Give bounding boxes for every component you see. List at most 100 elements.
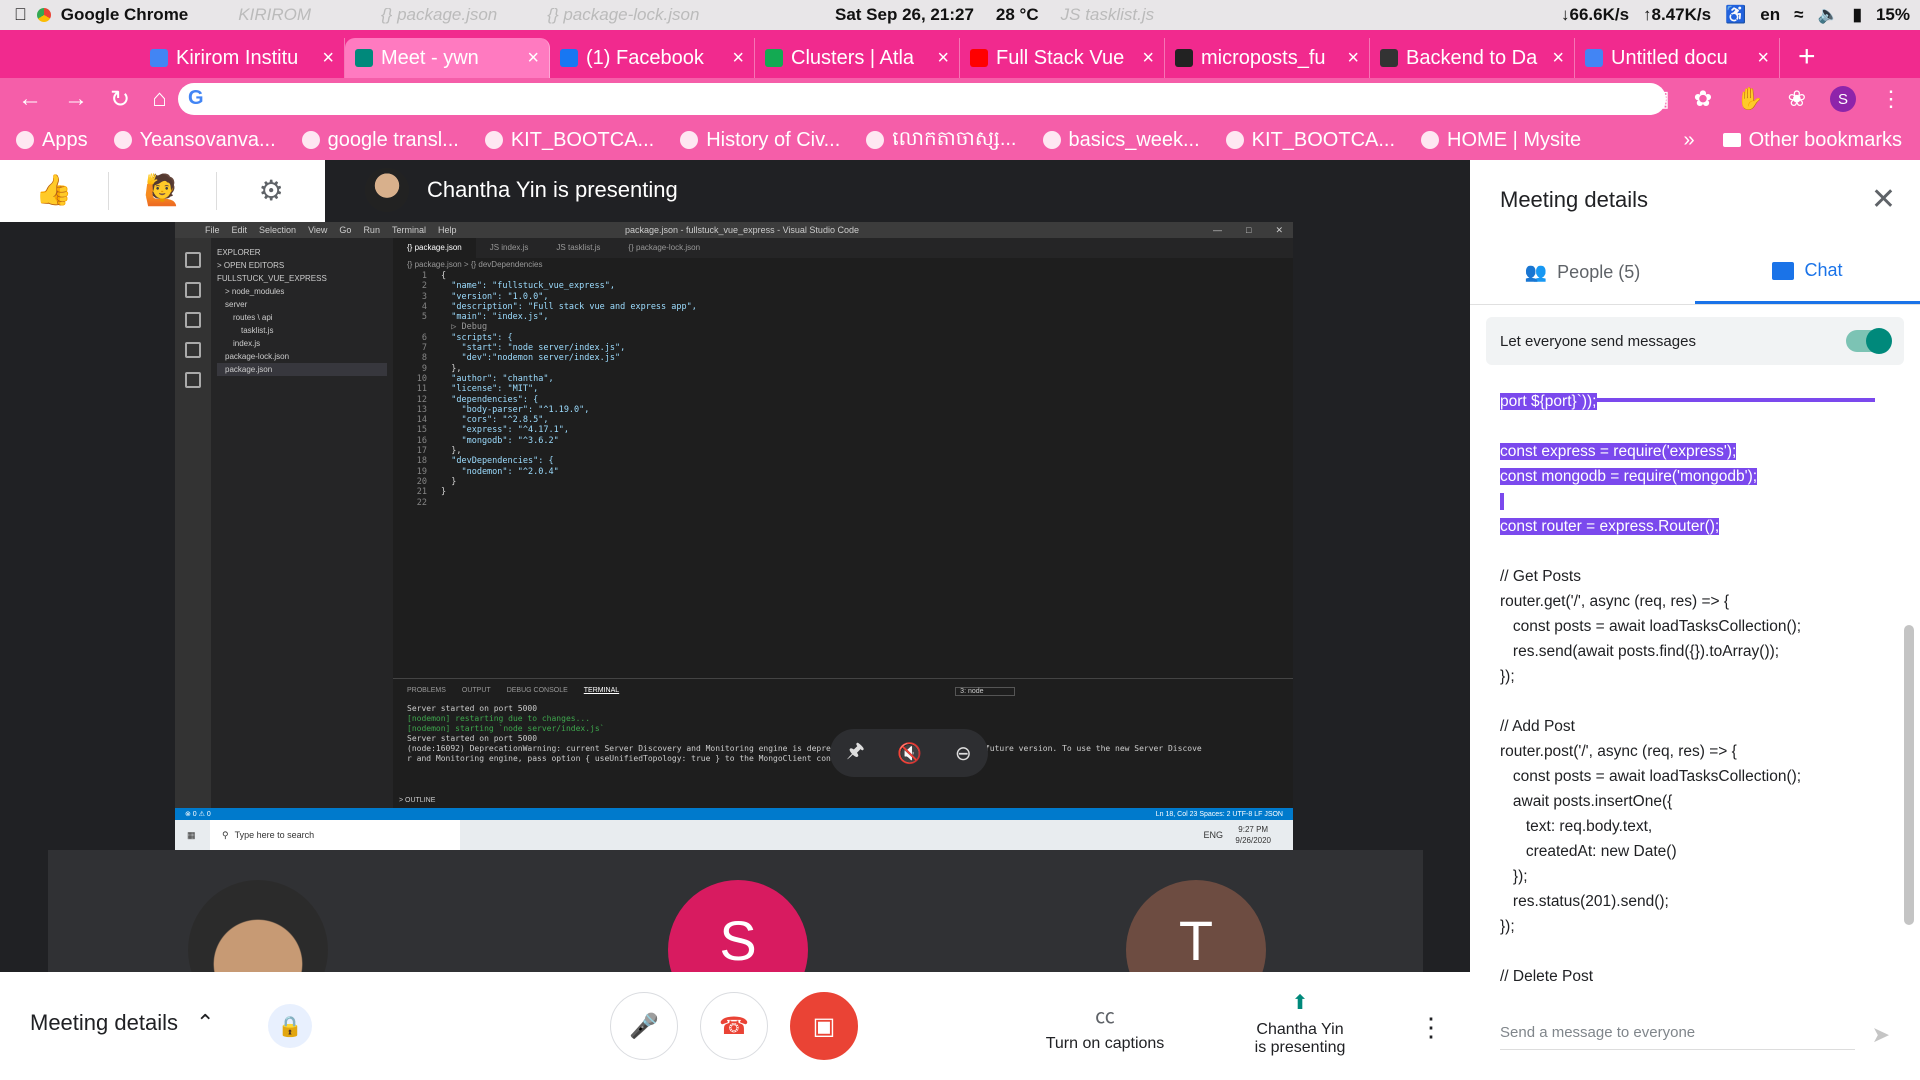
profile-avatar[interactable]: S xyxy=(1830,86,1856,112)
chat-line: router.post('/', async (req, res) => { xyxy=(1500,739,1890,764)
tab-chat[interactable]: Chat xyxy=(1695,240,1920,304)
panel-tab[interactable]: OUTPUT xyxy=(462,687,491,696)
apple-icon[interactable]:  xyxy=(14,5,27,25)
close-icon[interactable]: × xyxy=(1347,47,1359,70)
chat-scrollbar[interactable] xyxy=(1904,625,1914,925)
mute-icon[interactable]: 🔇 xyxy=(897,741,922,766)
other-bookmarks[interactable]: Other bookmarks xyxy=(1722,129,1902,152)
puzzle-icon[interactable]: ❀ xyxy=(1788,86,1806,112)
bookmarks-overflow-icon[interactable]: » xyxy=(1683,129,1694,152)
explorer-item[interactable]: package-lock.json xyxy=(217,350,387,363)
panel-tab[interactable]: PROBLEMS xyxy=(407,687,446,696)
raise-hand-icon[interactable]: 🙋 xyxy=(109,172,218,210)
browser-tab[interactable]: (1) Facebook × xyxy=(550,38,755,78)
datetime[interactable]: Sat Sep 26, 21:27 xyxy=(835,5,974,25)
participant-avatar[interactable]: S xyxy=(668,880,808,972)
more-options-icon[interactable]: ⋮ xyxy=(1418,1012,1444,1043)
close-icon[interactable]: ✕ xyxy=(1871,182,1896,217)
captions-button[interactable]: ㏄ Turn on captions xyxy=(1035,1000,1175,1053)
code-line: 13 "body-parser": "^1.19.0", xyxy=(401,405,1293,415)
close-icon[interactable]: × xyxy=(1552,47,1564,70)
let-everyone-toggle[interactable] xyxy=(1846,328,1892,354)
forward-icon[interactable]: → xyxy=(64,85,88,113)
explorer-item[interactable]: > node_modules xyxy=(217,285,387,298)
explorer-item[interactable]: > OPEN EDITORS xyxy=(217,259,387,272)
bookmark-item[interactable]: KIT_BOOTCA... xyxy=(484,129,654,152)
close-icon[interactable]: × xyxy=(1757,47,1769,70)
browser-tab[interactable]: Clusters | Atla × xyxy=(755,38,960,78)
browser-tab[interactable]: microposts_fu × xyxy=(1165,38,1370,78)
wifi-icon[interactable]: ≈ xyxy=(1794,5,1803,25)
explorer-item[interactable]: server xyxy=(217,298,387,311)
editor-tab[interactable]: {} package.json xyxy=(393,238,476,258)
vscode-menu-item[interactable]: Selection xyxy=(259,225,296,235)
browser-tab[interactable]: Untitled docu × xyxy=(1575,38,1780,78)
panel-tab[interactable]: TERMINAL xyxy=(584,687,619,696)
remove-icon[interactable]: ⊖ xyxy=(955,741,972,766)
vscode-menu-item[interactable]: View xyxy=(308,225,327,235)
vscode-menu-item[interactable]: Run xyxy=(363,225,380,235)
gear-icon[interactable]: ⚙ xyxy=(217,172,325,210)
meeting-details-button[interactable]: Meeting details ⌃ xyxy=(30,1010,214,1036)
extension-icon[interactable]: ✿ xyxy=(1694,86,1712,112)
participant-avatar[interactable] xyxy=(188,880,328,972)
back-icon[interactable]: ← xyxy=(18,85,42,113)
thumbs-up-icon[interactable]: 👍 xyxy=(0,172,109,210)
browser-tab[interactable]: Backend to Da × xyxy=(1370,38,1575,78)
camera-off-button[interactable]: ▣ xyxy=(790,992,858,1060)
tab-people[interactable]: 👥 People (5) xyxy=(1470,240,1695,304)
microphone-button[interactable]: 🎤 xyxy=(610,992,678,1060)
vscode-menu-item[interactable]: Terminal xyxy=(392,225,426,235)
bookmark-item[interactable]: google transl... xyxy=(301,129,459,152)
bookmark-item[interactable]: លោកតាចាស្ស... xyxy=(866,125,1017,155)
explorer-item[interactable]: FULLSTUCK_VUE_EXPRESS xyxy=(217,272,387,285)
reload-icon[interactable]: ↻ xyxy=(110,85,130,114)
explorer-item[interactable]: EXPLORER xyxy=(217,246,387,259)
lock-icon[interactable]: 🔒 xyxy=(268,1004,312,1048)
bookmark-item[interactable]: Apps xyxy=(16,129,88,152)
panel-tab[interactable]: DEBUG CONSOLE xyxy=(507,687,568,696)
language-indicator[interactable]: en xyxy=(1760,5,1780,25)
app-name[interactable]: Google Chrome xyxy=(61,5,189,25)
browser-tab[interactable]: Full Stack Vue × xyxy=(960,38,1165,78)
vscode-menu-item[interactable]: Edit xyxy=(232,225,248,235)
bookmark-item[interactable]: Yeansovanva... xyxy=(113,129,276,152)
new-tab-icon[interactable]: + xyxy=(1798,40,1816,74)
explorer-item[interactable]: package.json xyxy=(217,363,387,376)
home-icon[interactable]: ⌂ xyxy=(152,85,167,113)
vscode-menu-item[interactable]: File xyxy=(205,225,220,235)
menu-icon[interactable]: ⋮ xyxy=(1880,86,1902,112)
tab-label: Backend to Da xyxy=(1406,46,1538,69)
address-bar[interactable]: G xyxy=(178,83,1666,115)
leave-call-button[interactable]: ☎ xyxy=(700,992,768,1060)
editor-tab[interactable]: JS tasklist.js xyxy=(542,238,614,258)
presenting-button[interactable]: ⬆ Chantha Yin is presenting xyxy=(1240,990,1360,1057)
participant-avatar[interactable]: T xyxy=(1126,880,1266,972)
close-icon[interactable]: × xyxy=(732,47,744,70)
editor-tab[interactable]: JS index.js xyxy=(476,238,543,258)
vscode-menu-item[interactable]: Help xyxy=(438,225,457,235)
vscode-menu-item[interactable]: Go xyxy=(339,225,351,235)
explorer-item[interactable]: tasklist.js xyxy=(217,324,387,337)
close-icon[interactable]: × xyxy=(1142,47,1154,70)
bookmark-item[interactable]: History of Civ... xyxy=(680,129,840,152)
bookmark-item[interactable]: basics_week... xyxy=(1042,129,1200,152)
send-icon[interactable]: ➤ xyxy=(1872,1022,1890,1048)
explorer-item[interactable]: routes \ api xyxy=(217,311,387,324)
extension-icon[interactable]: ✋ xyxy=(1736,86,1763,112)
explorer-item[interactable]: index.js xyxy=(217,337,387,350)
close-icon[interactable]: × xyxy=(322,47,334,70)
chat-input[interactable]: Send a message to everyone xyxy=(1500,1020,1855,1050)
close-icon[interactable]: × xyxy=(527,47,539,70)
browser-tab[interactable]: Kirirom Institu × xyxy=(140,38,345,78)
accessibility-icon[interactable]: ♿ xyxy=(1725,5,1746,25)
bookmark-item[interactable]: KIT_BOOTCA... xyxy=(1225,129,1395,152)
pin-icon[interactable]: 🖈 xyxy=(846,736,865,770)
translate-icon[interactable]: ▦ xyxy=(1649,86,1670,112)
outline-section: > OUTLINE xyxy=(399,797,436,804)
bookmark-item[interactable]: HOME | Mysite xyxy=(1421,129,1581,152)
editor-tab[interactable]: {} package-lock.json xyxy=(614,238,714,258)
volume-icon[interactable]: 🔈 xyxy=(1817,5,1838,25)
browser-tab[interactable]: Meet - ywn × xyxy=(345,38,550,78)
close-icon[interactable]: × xyxy=(937,47,949,70)
